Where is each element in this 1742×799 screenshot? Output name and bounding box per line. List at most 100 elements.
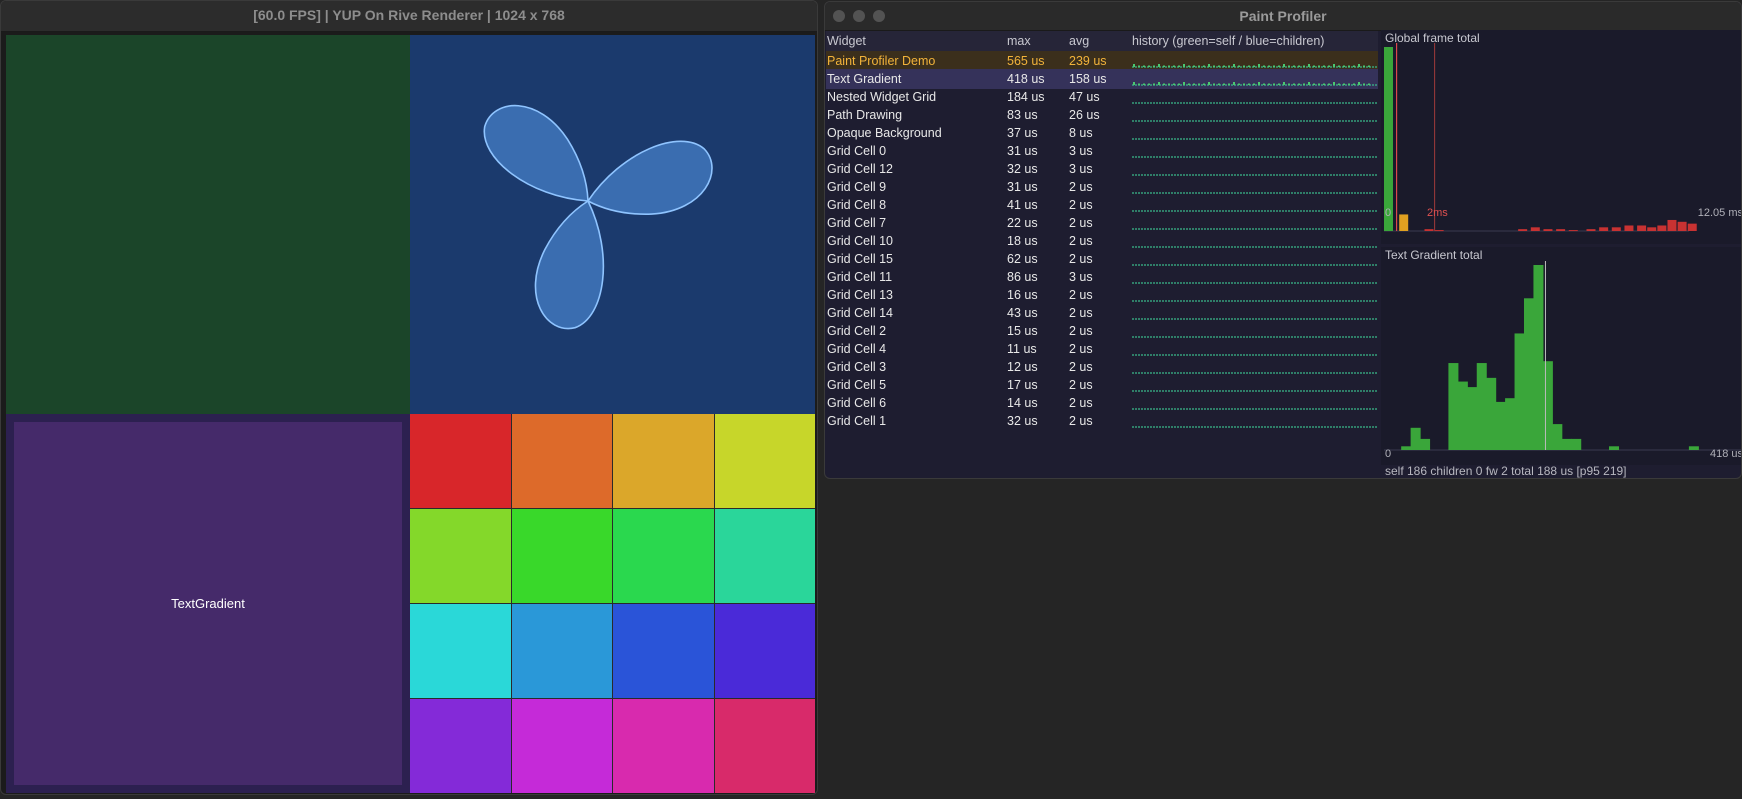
widget-max: 86 us <box>1007 270 1038 284</box>
zoom-window-button[interactable] <box>873 10 885 22</box>
widget-row[interactable]: Text Gradient 418 us 158 us <box>826 69 1378 89</box>
widget-avg: 2 us <box>1069 252 1093 266</box>
widget-max: 18 us <box>1007 234 1038 248</box>
grid-cell-tile <box>410 414 511 508</box>
paint-profiler-title-text: Paint Profiler <box>1239 8 1327 24</box>
widget-avg: 3 us <box>1069 162 1093 176</box>
widget-avg: 2 us <box>1069 234 1093 248</box>
grid-cell-tile <box>613 604 714 698</box>
widget-row[interactable]: Grid Cell 3 12 us 2 us <box>826 357 1378 377</box>
widget-max: 17 us <box>1007 378 1038 392</box>
widget-row[interactable]: Grid Cell 12 32 us 3 us <box>826 159 1378 179</box>
widget-max: 83 us <box>1007 108 1038 122</box>
global-chart-bar <box>1568 230 1578 232</box>
column-header-max[interactable]: max <box>1007 34 1031 48</box>
widget-chart-bar <box>1505 398 1516 450</box>
widget-name: Nested Widget Grid <box>827 90 937 104</box>
paint-profiler-title[interactable]: Paint Profiler <box>825 2 1741 31</box>
widget-name: Grid Cell 11 <box>827 270 893 284</box>
widget-row[interactable]: Nested Widget Grid 184 us 47 us <box>826 87 1378 107</box>
grid-cell-tile <box>410 699 511 793</box>
widget-chart-bar <box>1542 361 1553 450</box>
widget-row[interactable]: Grid Cell 4 11 us 2 us <box>826 339 1378 359</box>
global-chart-bar <box>1586 229 1596 231</box>
widget-max: 37 us <box>1007 126 1038 140</box>
widget-avg: 2 us <box>1069 288 1093 302</box>
global-chart-bar <box>1434 230 1444 232</box>
text-gradient-inner: TextGradient <box>14 422 402 785</box>
history-sparkline <box>1132 228 1377 230</box>
widget-chart-bar <box>1401 446 1412 450</box>
widget-name: Grid Cell 12 <box>827 162 893 176</box>
widget-row[interactable]: Grid Cell 5 17 us 2 us <box>826 375 1378 395</box>
widget-row[interactable]: Grid Cell 10 18 us 2 us <box>826 231 1378 251</box>
widget-name: Opaque Background <box>827 126 942 140</box>
widget-chart-bar <box>1561 438 1572 450</box>
global-chart-bar <box>1518 229 1528 231</box>
widget-row[interactable]: Grid Cell 15 62 us 2 us <box>826 249 1378 269</box>
widget-max: 11 us <box>1007 342 1037 356</box>
widget-row[interactable]: Paint Profiler Demo 565 us 239 us <box>826 51 1378 71</box>
renderer-window-title[interactable]: [60.0 FPS] | YUP On Rive Renderer | 1024… <box>1 1 817 32</box>
widget-row[interactable]: Grid Cell 1 32 us 2 us <box>826 411 1378 431</box>
minimize-window-button[interactable] <box>853 10 865 22</box>
widget-chart-bar <box>1420 438 1431 450</box>
global-chart-bar <box>1611 227 1621 231</box>
text-gradient-label: TextGradient <box>171 596 245 611</box>
widget-avg: 2 us <box>1069 360 1093 374</box>
widget-table: Widget max avg history (green=self / blu… <box>825 30 1378 478</box>
selected-widget-stats: self 186 children 0 fw 2 total 188 us [p… <box>1385 464 1627 478</box>
grid-cell-tile <box>511 509 612 603</box>
widget-row[interactable]: Grid Cell 9 31 us 2 us <box>826 177 1378 197</box>
column-header-widget[interactable]: Widget <box>827 34 866 48</box>
widget-max: 418 us <box>1007 72 1045 86</box>
widget-name: Grid Cell 0 <box>827 144 887 158</box>
history-sparkline <box>1132 210 1377 212</box>
widget-row[interactable]: Grid Cell 14 43 us 2 us <box>826 303 1378 323</box>
global-chart-bar <box>1599 227 1609 231</box>
widget-row[interactable]: Grid Cell 0 31 us 3 us <box>826 141 1378 161</box>
global-chart-bar <box>1624 225 1634 231</box>
global-chart-x-min: 0 <box>1385 207 1392 219</box>
renderer-window: [60.0 FPS] | YUP On Rive Renderer | 1024… <box>0 0 818 795</box>
widget-row[interactable]: Grid Cell 13 16 us 2 us <box>826 285 1378 305</box>
widget-chart-bar <box>1688 446 1699 450</box>
widget-avg: 239 us <box>1069 54 1107 68</box>
widget-name: Grid Cell 15 <box>827 252 893 266</box>
grid-cell-tile <box>511 604 612 698</box>
widget-name: Grid Cell 4 <box>827 342 887 356</box>
text-gradient-tile: TextGradient <box>6 414 410 793</box>
grid-cell-tile <box>613 699 714 793</box>
widget-row[interactable]: Path Drawing 83 us 26 us <box>826 105 1378 125</box>
grid-cell-tile <box>410 509 511 603</box>
widget-avg: 3 us <box>1069 270 1093 284</box>
widget-name: Path Drawing <box>827 108 903 122</box>
widget-row[interactable]: Grid Cell 2 15 us 2 us <box>826 321 1378 341</box>
widget-row[interactable]: Grid Cell 6 14 us 2 us <box>826 393 1378 413</box>
widget-chart-bar <box>1533 265 1544 450</box>
widget-name: Grid Cell 2 <box>827 324 887 338</box>
global-chart-bar <box>1647 227 1657 231</box>
close-window-button[interactable] <box>833 10 845 22</box>
widget-chart-bar <box>1571 438 1582 450</box>
widget-avg: 26 us <box>1069 108 1100 122</box>
widget-chart-bar <box>1514 333 1525 450</box>
history-sparkline <box>1132 390 1377 392</box>
widget-max: 32 us <box>1007 162 1038 176</box>
widget-max: 16 us <box>1007 288 1038 302</box>
render-canvas[interactable]: TextGradient <box>6 35 815 793</box>
history-sparkline <box>1132 354 1377 356</box>
grid-cell-tile <box>511 699 612 793</box>
widget-chart-bar <box>1552 424 1563 450</box>
widget-row[interactable]: Grid Cell 8 41 us 2 us <box>826 195 1378 215</box>
widget-max: 32 us <box>1007 414 1038 428</box>
widget-row[interactable]: Opaque Background 37 us 8 us <box>826 123 1378 143</box>
widget-avg: 158 us <box>1069 72 1107 86</box>
history-sparkline <box>1132 426 1377 428</box>
widget-avg: 2 us <box>1069 378 1093 392</box>
widget-name: Grid Cell 14 <box>827 306 893 320</box>
column-header-avg[interactable]: avg <box>1069 34 1089 48</box>
widget-row[interactable]: Grid Cell 7 22 us 2 us <box>826 213 1378 233</box>
widget-row[interactable]: Grid Cell 11 86 us 3 us <box>826 267 1378 287</box>
widget-max: 565 us <box>1007 54 1045 68</box>
